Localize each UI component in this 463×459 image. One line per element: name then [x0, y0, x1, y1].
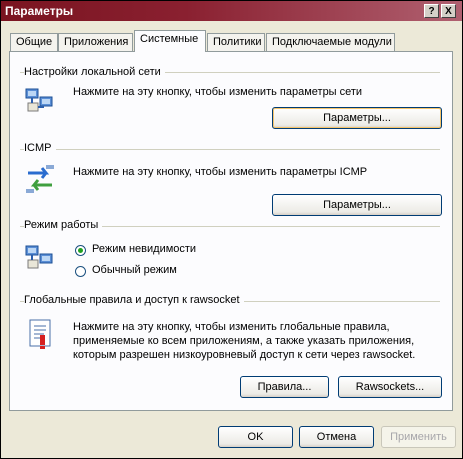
icmp-settings-button[interactable]: Параметры...: [272, 194, 442, 216]
normal-mode-radio[interactable]: [75, 266, 86, 277]
mode-heading: Режим работы: [24, 219, 103, 231]
icmp-group-divider: [20, 149, 440, 150]
global-description-line-1: Нажмите на эту кнопку, чтобы изменить гл…: [73, 321, 390, 333]
global-heading: Глобальные правила и доступ к rawsocket: [24, 294, 244, 306]
tab-applications[interactable]: Приложения: [58, 33, 133, 51]
window-title: Параметры: [5, 4, 74, 18]
tab-general[interactable]: Общие: [10, 33, 58, 51]
normal-mode-label[interactable]: Обычный режим: [92, 264, 177, 276]
stealth-network-icon: [25, 245, 53, 269]
rawsockets-button[interactable]: Rawsockets...: [338, 376, 442, 398]
network-computers-icon: [25, 88, 53, 112]
ok-button[interactable]: OK: [218, 426, 293, 448]
tab-plugins[interactable]: Подключаемые модули: [266, 33, 395, 51]
tab-policies[interactable]: Политики: [207, 33, 265, 51]
settings-dialog: Параметры ? X Общие Приложения Системные…: [0, 0, 463, 459]
rules-button[interactable]: Правила...: [240, 376, 329, 398]
global-description-line-2: применяемые ко всем приложениям, а также…: [73, 335, 415, 347]
lan-settings-button[interactable]: Параметры...: [272, 107, 442, 129]
stealth-mode-radio[interactable]: [75, 245, 86, 256]
lan-heading: Настройки локальной сети: [24, 66, 165, 78]
title-bar[interactable]: Параметры ? X: [1, 1, 462, 21]
help-button[interactable]: ?: [424, 4, 439, 18]
cancel-button[interactable]: Отмена: [299, 426, 374, 448]
tab-system[interactable]: Системные: [134, 30, 206, 52]
exchange-arrows-icon: [26, 165, 54, 193]
icmp-heading: ICMP: [24, 142, 56, 154]
apply-button[interactable]: Применить: [381, 426, 456, 448]
stealth-mode-label[interactable]: Режим невидимости: [92, 243, 196, 255]
close-button[interactable]: X: [441, 4, 456, 18]
global-description-line-3: которым разрешен низкоуровневый доступ к…: [73, 349, 416, 361]
system-tab-panel: Настройки локальной сети Нажмите на эту …: [9, 51, 453, 411]
rules-document-icon: [29, 319, 51, 349]
lan-description: Нажмите на эту кнопку, чтобы изменить па…: [73, 86, 363, 98]
icmp-description: Нажмите на эту кнопку, чтобы изменить па…: [73, 166, 368, 178]
